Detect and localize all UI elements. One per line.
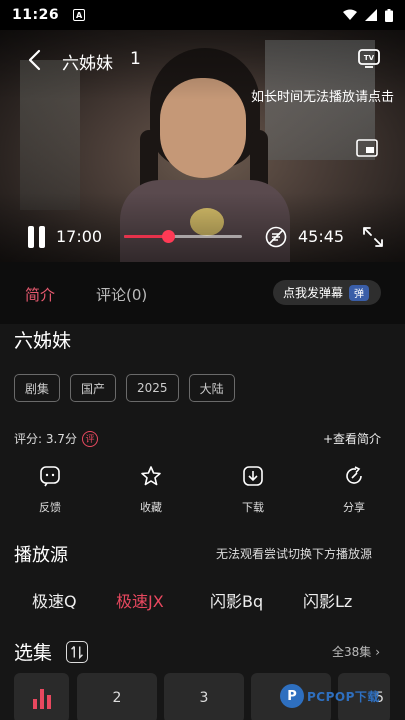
share-label: 分享 <box>343 501 365 514</box>
all-episodes-link[interactable]: 全38集 › <box>332 643 380 660</box>
danmu-toggle-icon[interactable] <box>264 225 288 249</box>
video-episode-number: 1 <box>130 49 141 69</box>
progress-bar[interactable] <box>124 230 242 243</box>
episode-item[interactable]: 2 <box>77 673 157 720</box>
danmu-badge-icon: 弹 <box>349 284 370 301</box>
tab-comments[interactable]: 评论(0) <box>96 284 147 305</box>
status-time: 11:26 <box>12 7 60 23</box>
source-item[interactable]: 极速Q <box>32 588 77 612</box>
wifi-icon <box>343 9 357 20</box>
feedback-label: 反馈 <box>39 501 61 514</box>
battery-icon <box>385 8 393 22</box>
share-icon <box>346 466 362 484</box>
all-episodes-label: 全38集 <box>332 645 372 659</box>
picture-in-picture-icon[interactable] <box>356 138 378 158</box>
show-title: 六姊妹 <box>14 330 72 352</box>
notification-icon: A <box>73 9 86 21</box>
download-button[interactable]: 下载 <box>223 464 283 515</box>
progress-knob[interactable] <box>161 230 175 243</box>
download-label: 下载 <box>242 501 264 514</box>
status-bar: 11:26 A <box>0 0 405 30</box>
source-item-active[interactable]: 极速JX <box>116 588 164 612</box>
rating-text: 评分: 3.7分 <box>14 432 77 446</box>
feedback-button[interactable]: 反馈 <box>20 464 80 515</box>
playing-bars-icon <box>32 687 51 709</box>
watermark-text: PCPOP下载 <box>307 689 380 704</box>
source-hint: 无法观看尝试切换下方播放源 <box>216 547 373 561</box>
svg-text:TV: TV <box>364 54 375 62</box>
back-arrow-icon[interactable] <box>24 48 48 72</box>
star-icon <box>141 466 161 486</box>
tag-chip[interactable]: 国产 <box>70 374 117 402</box>
rating: 评分: 3.7分 评 <box>14 430 98 447</box>
action-row: 反馈 收藏 下载 分享 <box>0 464 405 524</box>
feedback-icon <box>40 466 60 487</box>
episode-section-title: 选集 <box>14 642 53 664</box>
view-intro-link[interactable]: +查看简介 <box>323 430 381 447</box>
tab-intro[interactable]: 简介 <box>25 284 55 305</box>
episode-item-playing[interactable] <box>14 673 69 720</box>
send-danmu-label: 点我发弹幕 <box>283 286 344 300</box>
watermark-logo: P <box>280 684 304 708</box>
pause-icon[interactable] <box>26 225 48 249</box>
signal-icon <box>365 9 377 21</box>
tv-cast-icon[interactable]: TV <box>357 46 381 70</box>
source-section-title: 播放源 <box>14 545 68 566</box>
current-time: 17:00 <box>56 227 103 246</box>
sort-icon[interactable] <box>66 641 88 663</box>
source-item[interactable]: 闪影Lz <box>303 588 352 612</box>
source-item[interactable]: 闪影Bq <box>210 588 263 612</box>
send-danmu-button[interactable]: 点我发弹幕 弹 <box>273 280 381 305</box>
playback-hint-marquee: 如长时间无法播放请点击 <box>251 90 395 105</box>
episode-item[interactable]: 3 <box>164 673 244 720</box>
video-title: 六姊妹 <box>62 54 113 74</box>
share-button[interactable]: 分享 <box>324 464 384 515</box>
favorite-button[interactable]: 收藏 <box>121 464 181 515</box>
chevron-right-icon: › <box>375 645 381 659</box>
tag-chip[interactable]: 2025 <box>126 374 179 402</box>
fullscreen-icon[interactable] <box>361 225 385 249</box>
tag-chip[interactable]: 剧集 <box>14 374 61 402</box>
tag-chip[interactable]: 大陆 <box>188 374 235 402</box>
total-time: 45:45 <box>298 227 345 246</box>
favorite-label: 收藏 <box>140 501 162 514</box>
tag-list: 剧集 国产 2025 大陆 <box>14 374 235 402</box>
download-icon <box>243 466 263 486</box>
rate-icon[interactable]: 评 <box>81 430 98 447</box>
watermark: P PCPOP下载 <box>280 684 380 708</box>
